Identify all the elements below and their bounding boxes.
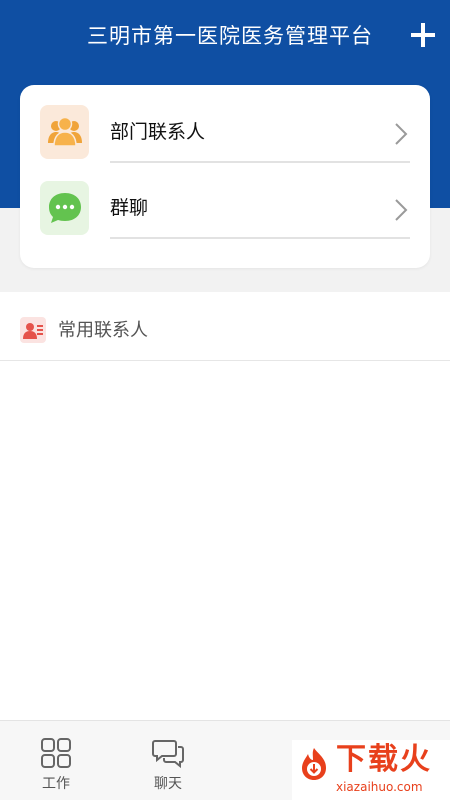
section-title: 常用联系人 xyxy=(58,320,148,341)
group-chat-icon xyxy=(40,181,89,235)
watermark-text: 下载火 xyxy=(336,742,432,777)
watermark-url: xiazaihuo.com xyxy=(336,780,423,794)
menu-item-label: 群聊 xyxy=(110,197,149,219)
app-title: 三明市第一医院医务管理平台 xyxy=(87,24,373,48)
menu-item-group-chat[interactable]: 群聊 xyxy=(20,161,430,239)
department-contacts-icon xyxy=(40,105,89,159)
frequent-contacts-section: 常用联系人 xyxy=(0,305,450,361)
contacts-menu-card: 部门联系人 群聊 xyxy=(20,85,430,268)
plus-icon xyxy=(411,23,435,47)
tab-label: 工作 xyxy=(42,776,70,792)
divider xyxy=(110,237,410,239)
tab-work[interactable]: 工作 xyxy=(0,721,112,800)
tab-chat[interactable]: 聊天 xyxy=(112,721,224,800)
chevron-right-icon xyxy=(395,199,408,221)
menu-item-label: 部门联系人 xyxy=(110,121,206,143)
watermark: 下载火 xiazaihuo.com xyxy=(292,740,450,800)
menu-item-department-contacts[interactable]: 部门联系人 xyxy=(20,85,430,163)
add-button[interactable] xyxy=(406,18,440,52)
chat-bubbles-icon xyxy=(152,740,184,769)
contact-card-icon xyxy=(20,317,46,343)
download-fire-logo-icon xyxy=(302,748,326,780)
chevron-right-icon xyxy=(395,123,408,145)
tab-label: 聊天 xyxy=(154,776,182,792)
grid-icon xyxy=(41,738,71,768)
